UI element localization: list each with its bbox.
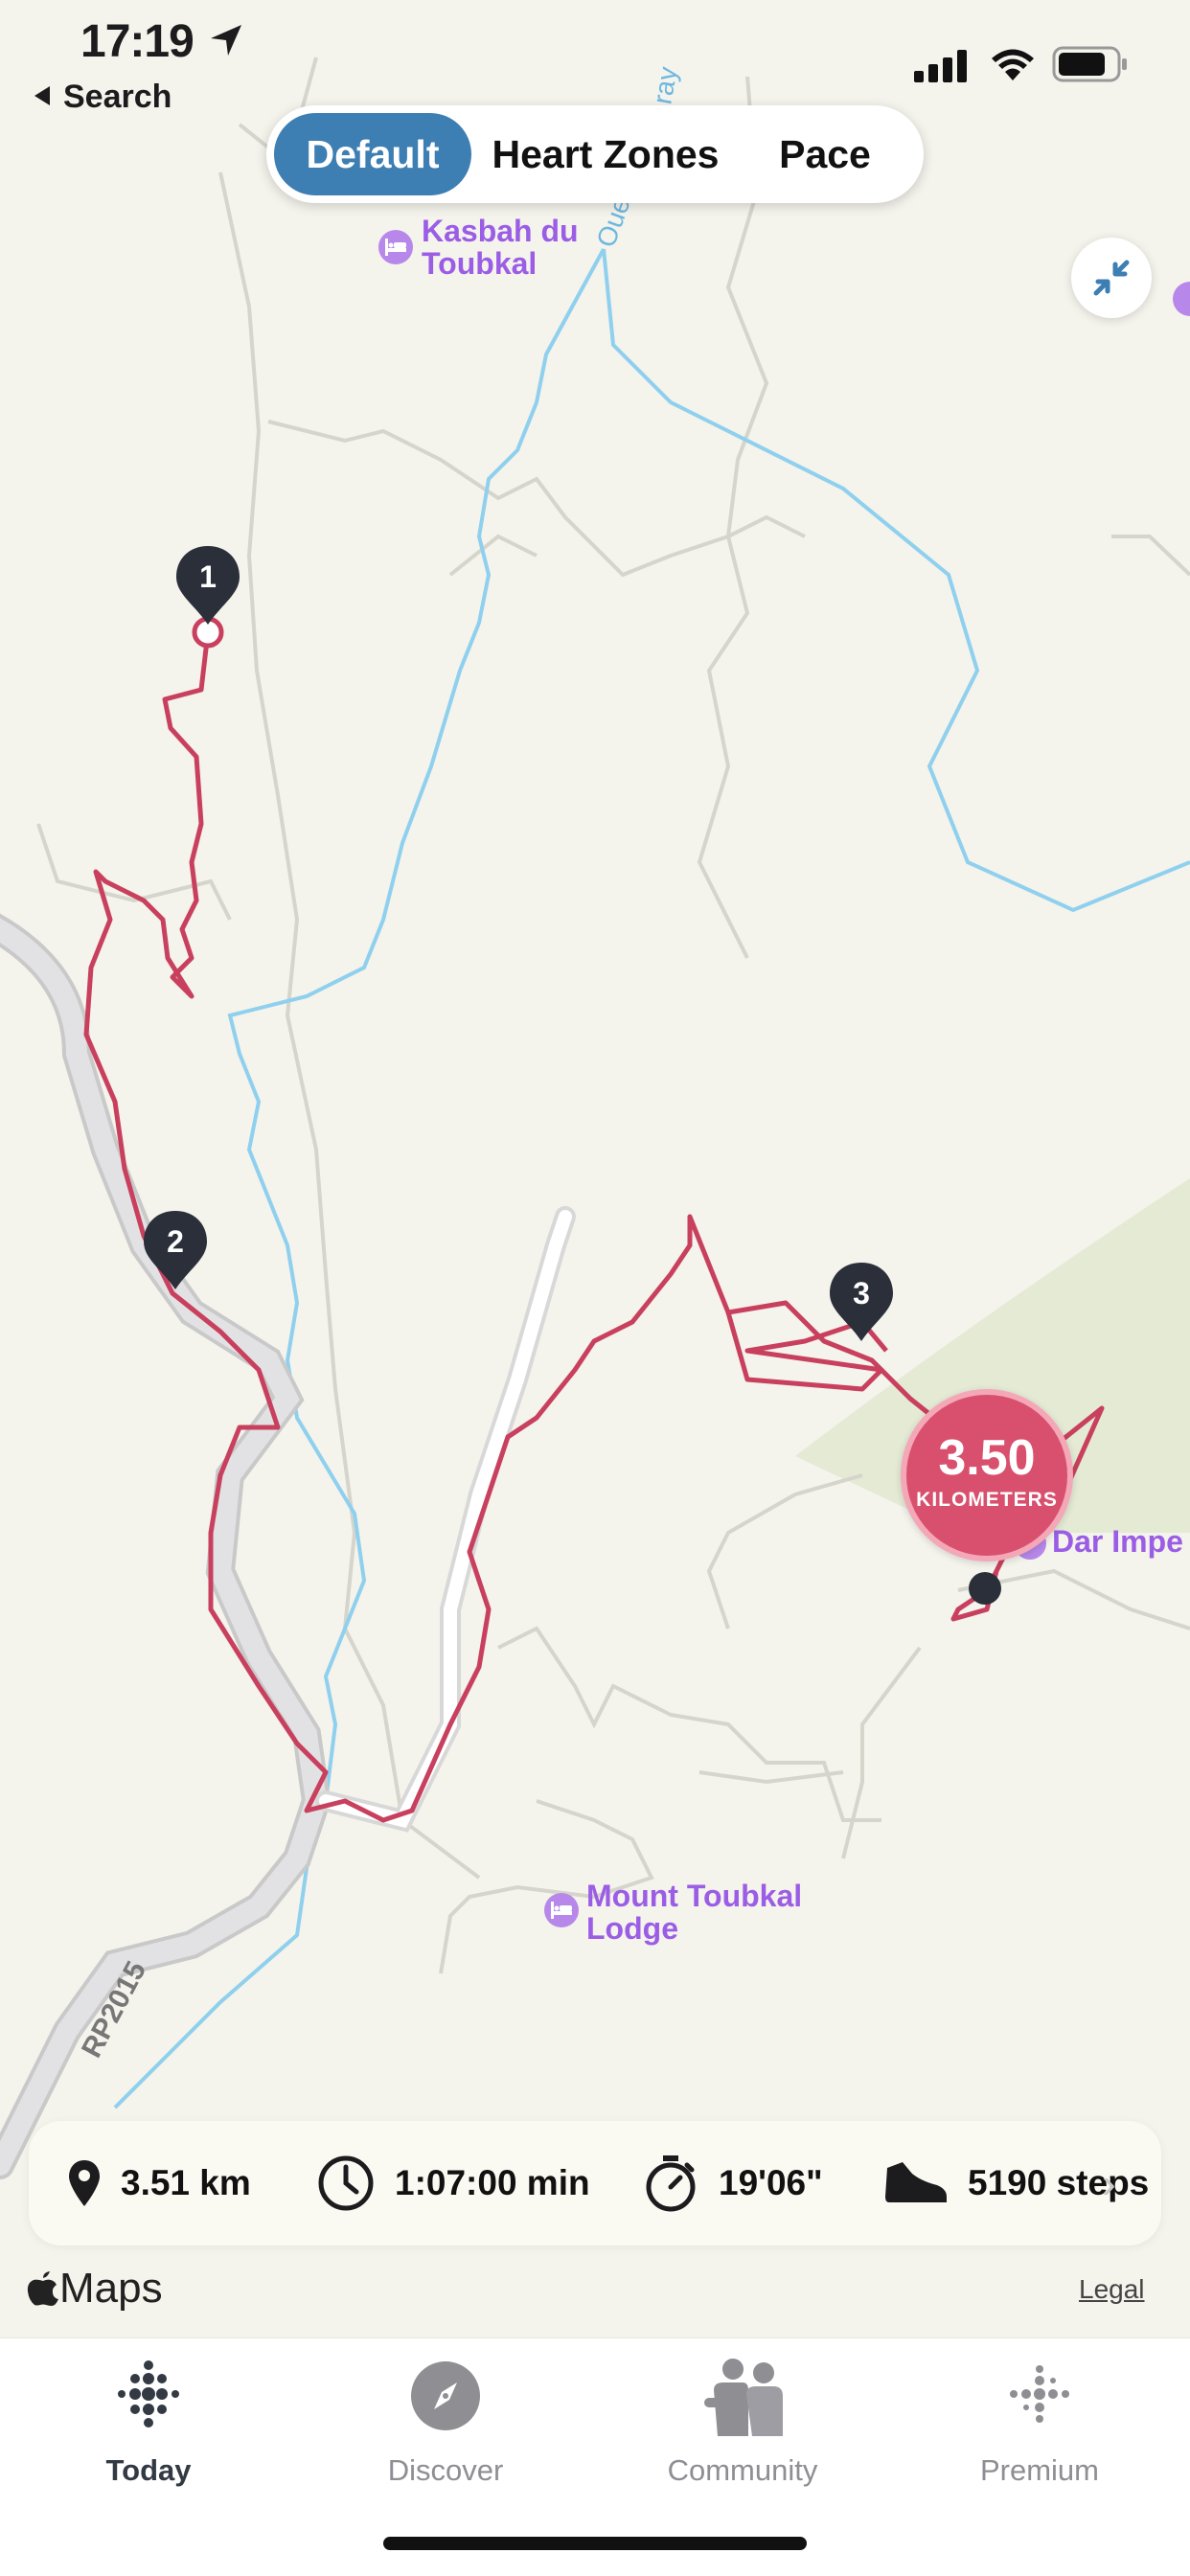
home-indicator[interactable]: [383, 2537, 807, 2550]
poi-label-line1: Kasbah du: [422, 214, 579, 248]
stat-distance: 3.51 km: [67, 2121, 251, 2245]
collapse-map-button[interactable]: [1071, 238, 1152, 318]
tab-label: Premium: [979, 2453, 1099, 2487]
fitbit-plus-icon: [1001, 2356, 1078, 2432]
status-bar: 17:19 Search: [0, 0, 1190, 115]
stats-bar[interactable]: 3.51 km 1:07:00 min 19'06" 5190 steps: [29, 2121, 1161, 2245]
map-mode-segmented-control: Default Heart Zones Pace: [266, 105, 924, 203]
tab-premium[interactable]: Premium: [891, 2338, 1188, 2530]
battery-icon: [1052, 46, 1129, 87]
location-pin-icon: [69, 2160, 100, 2206]
distance-badge-unit: KILOMETERS: [916, 1489, 1058, 1511]
route-end-dot: [969, 1572, 1001, 1605]
shoe-icon: [885, 2162, 947, 2202]
stat-steps-value: 5190 steps: [968, 2163, 1150, 2202]
fitbit-dots-icon: [110, 2356, 187, 2432]
back-label: Search: [63, 79, 172, 115]
stat-duration-value: 1:07:00 min: [395, 2163, 590, 2202]
segment-heart-zones[interactable]: Heart Zones: [481, 113, 730, 195]
apple-logo-icon: [27, 2271, 58, 2306]
poi-label-line1: Mount Toubkal: [586, 1879, 803, 1913]
stat-distance-value: 3.51 km: [121, 2163, 251, 2202]
back-triangle-icon: [34, 86, 50, 106]
poi-label-line2: Lodge: [586, 1911, 678, 1946]
collapse-arrows-icon: [1093, 260, 1130, 296]
poi-mount-toubkal-lodge[interactable]: Mount Toubkal Lodge: [586, 1880, 802, 1945]
poi-label-line2: Toubkal: [422, 246, 538, 281]
tab-today[interactable]: Today: [0, 2338, 297, 2530]
apple-maps-logo: Maps: [27, 2265, 163, 2313]
tab-label: Discover: [387, 2453, 504, 2487]
cellular-signal-icon: [914, 50, 970, 87]
people-icon: [704, 2356, 783, 2436]
stat-duration: 1:07:00 min: [316, 2121, 590, 2245]
distance-badge-value: 3.50: [938, 1430, 1036, 1486]
tab-discover[interactable]: Discover: [297, 2338, 594, 2530]
route-marker-3[interactable]: 3: [828, 1261, 895, 1343]
marker-label: 2: [167, 1224, 184, 1259]
poi-kasbah-du-toubkal[interactable]: Kasbah du Toubkal: [422, 215, 579, 280]
compass-icon: [407, 2356, 484, 2432]
location-arrow-icon: [207, 21, 245, 59]
tab-community[interactable]: Community: [594, 2338, 891, 2530]
stat-pace: 19'06": [642, 2121, 823, 2245]
route-marker-1[interactable]: 1: [174, 544, 241, 627]
wifi-icon: [991, 48, 1035, 87]
legal-link[interactable]: Legal: [1079, 2274, 1145, 2305]
distance-badge[interactable]: 3.50 KILOMETERS: [901, 1389, 1073, 1562]
stopwatch-icon: [646, 2155, 696, 2212]
poi-dar-impe[interactable]: Dar Impe: [1052, 1525, 1183, 1558]
hotel-icon: [378, 230, 413, 264]
tab-label: Today: [105, 2453, 192, 2487]
chevron-right-icon[interactable]: ›: [1102, 2160, 1116, 2208]
segment-pace[interactable]: Pace: [736, 113, 914, 195]
hotel-icon: [544, 1893, 579, 1927]
clock-icon: [318, 2155, 374, 2211]
marker-label: 3: [853, 1276, 870, 1311]
marker-label: 1: [199, 559, 217, 594]
map-view[interactable]: Oue ray RP2015: [0, 0, 1190, 2337]
tab-label: Community: [667, 2453, 818, 2487]
stat-pace-value: 19'06": [719, 2163, 823, 2202]
segment-default[interactable]: Default: [274, 113, 471, 195]
maps-label: Maps: [59, 2265, 163, 2312]
route-marker-2[interactable]: 2: [142, 1209, 209, 1291]
back-to-search[interactable]: Search: [34, 79, 172, 116]
clock: 17:19: [80, 16, 195, 67]
poi-label-line1: Dar Impe: [1052, 1524, 1183, 1559]
